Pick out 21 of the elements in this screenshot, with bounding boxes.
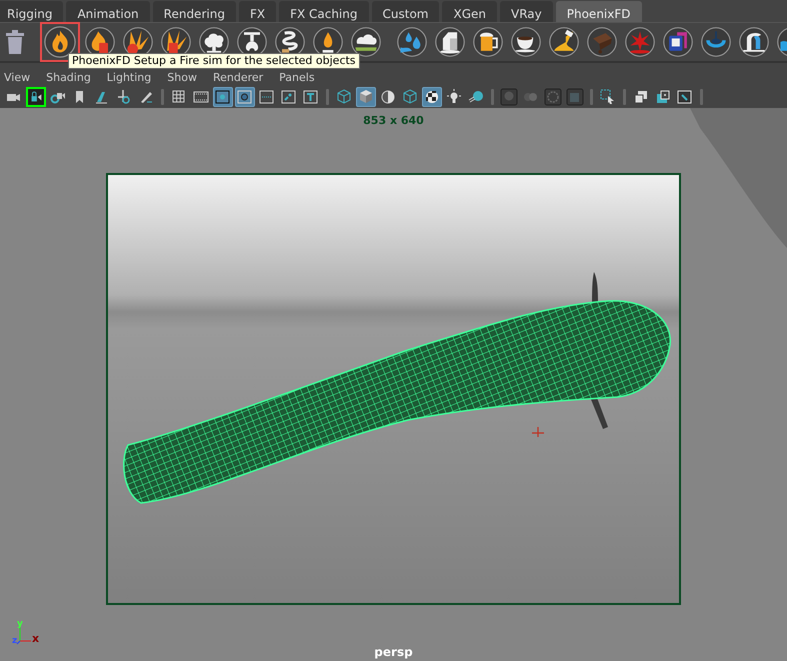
- shelf-tab[interactable]: XGen: [442, 1, 497, 23]
- shelf-tab[interactable]: Animation: [66, 1, 150, 23]
- resolution-label: 853 x 640: [363, 114, 424, 128]
- shelf-tab[interactable]: Custom: [372, 1, 440, 23]
- shelf-tab[interactable]: PhoenixFD: [556, 1, 642, 23]
- panel-menu-item[interactable]: Show: [167, 72, 197, 84]
- panel-menu-item[interactable]: Renderer: [212, 72, 264, 84]
- axis-label: z: [12, 636, 18, 646]
- shelf-tab[interactable]: FX: [238, 1, 276, 23]
- camera-name-label: persp: [374, 646, 413, 659]
- axis-label: y: [17, 619, 23, 629]
- panel-menu-item[interactable]: View: [4, 72, 30, 84]
- shelf-tab[interactable]: Rendering: [152, 1, 236, 23]
- tooltip: PhoenixFD Setup a Fire sim for the selected objects: [68, 53, 360, 69]
- panel-menu-item[interactable]: Lighting: [106, 72, 152, 84]
- shelf-tab[interactable]: FX Caching: [279, 1, 368, 23]
- panel-menu-item[interactable]: Panels: [279, 72, 315, 84]
- panel-menu-item[interactable]: Shading: [46, 72, 91, 84]
- shelf-tab[interactable]: Rigging: [0, 1, 64, 23]
- axis-label: x: [32, 632, 40, 645]
- shelf-tab[interactable]: VRay: [500, 1, 553, 23]
